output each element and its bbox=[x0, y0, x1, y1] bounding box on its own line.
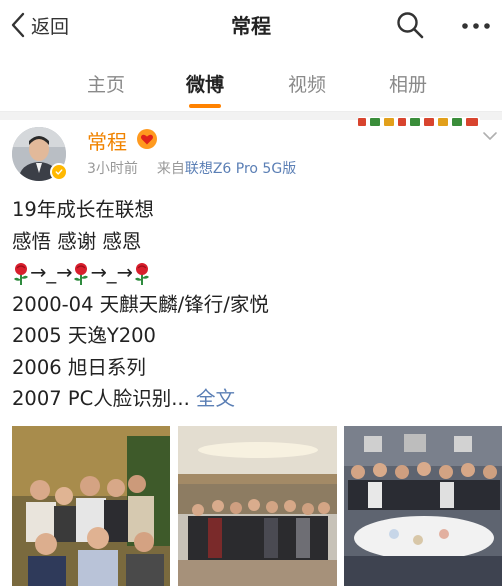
post-photo-3[interactable] bbox=[344, 426, 502, 586]
group-photo-image bbox=[344, 426, 502, 586]
group-photo-image bbox=[178, 426, 337, 586]
back-label: 返回 bbox=[31, 15, 70, 38]
more-icon[interactable] bbox=[456, 10, 496, 40]
tab-album[interactable]: 相册 bbox=[368, 70, 448, 97]
post-line-1: 19年成长在联想 bbox=[12, 198, 154, 221]
post-photo-2[interactable] bbox=[178, 426, 337, 586]
group-photo-image bbox=[12, 426, 170, 586]
post-line-4: 2000-04 天麒天麟/锋行/家悦 bbox=[12, 292, 269, 316]
search-icon[interactable] bbox=[395, 10, 425, 40]
back-button[interactable]: 返回 bbox=[8, 9, 69, 41]
page-title: 常程 bbox=[231, 14, 271, 38]
post-source-prefix: 来自 bbox=[156, 161, 185, 177]
active-tab-indicator bbox=[189, 104, 221, 108]
rose-icon bbox=[134, 262, 149, 285]
top-nav-bar: 返回 常程 bbox=[0, 0, 502, 52]
post-text: 19年成长在联想 感悟 感谢 感恩 →_→ →_→ 2000-04 天麒天麟/锋… bbox=[12, 194, 269, 415]
post-source-link[interactable]: 联想Z6 Pro 5G版 bbox=[185, 161, 296, 177]
post-line-2: 感悟 感谢 感恩 bbox=[12, 229, 142, 253]
chevron-left-icon bbox=[11, 12, 25, 38]
expand-full-text-link[interactable]: 全文 bbox=[196, 387, 235, 410]
tab-home[interactable]: 主页 bbox=[66, 70, 146, 97]
vip-heart-icon bbox=[137, 129, 157, 149]
post-line-3: →_→ →_→ bbox=[12, 257, 269, 289]
post-line-7: 2007 PC人脸识别... 全文 bbox=[12, 383, 269, 415]
post-time: 3小时前 bbox=[87, 161, 138, 177]
post-line-7-text: 2007 PC人脸识别... bbox=[12, 387, 196, 410]
post-meta: 3小时前 来自联想Z6 Pro 5G版 bbox=[87, 158, 296, 178]
rose-icon bbox=[74, 262, 89, 285]
chevron-down-icon[interactable] bbox=[482, 130, 498, 142]
profile-tabs: 主页 微博 视频 相册 bbox=[0, 52, 502, 112]
arrow-sequence-2: →_→ bbox=[90, 261, 133, 284]
post-line-5: 2005 天逸Y200 bbox=[12, 324, 156, 347]
page-title-wrap: 常程 bbox=[0, 10, 502, 39]
rose-icon bbox=[14, 262, 28, 285]
post-line-6: 2006 旭日系列 bbox=[12, 355, 146, 379]
card-decoration bbox=[358, 117, 480, 127]
post-author-name[interactable]: 常程 bbox=[87, 126, 127, 155]
tab-weibo[interactable]: 微博 bbox=[165, 70, 245, 97]
arrow-sequence-1: →_→ bbox=[30, 261, 73, 284]
post-photo-1[interactable] bbox=[12, 426, 170, 586]
tab-video[interactable]: 视频 bbox=[267, 70, 347, 97]
verified-icon bbox=[50, 163, 68, 181]
